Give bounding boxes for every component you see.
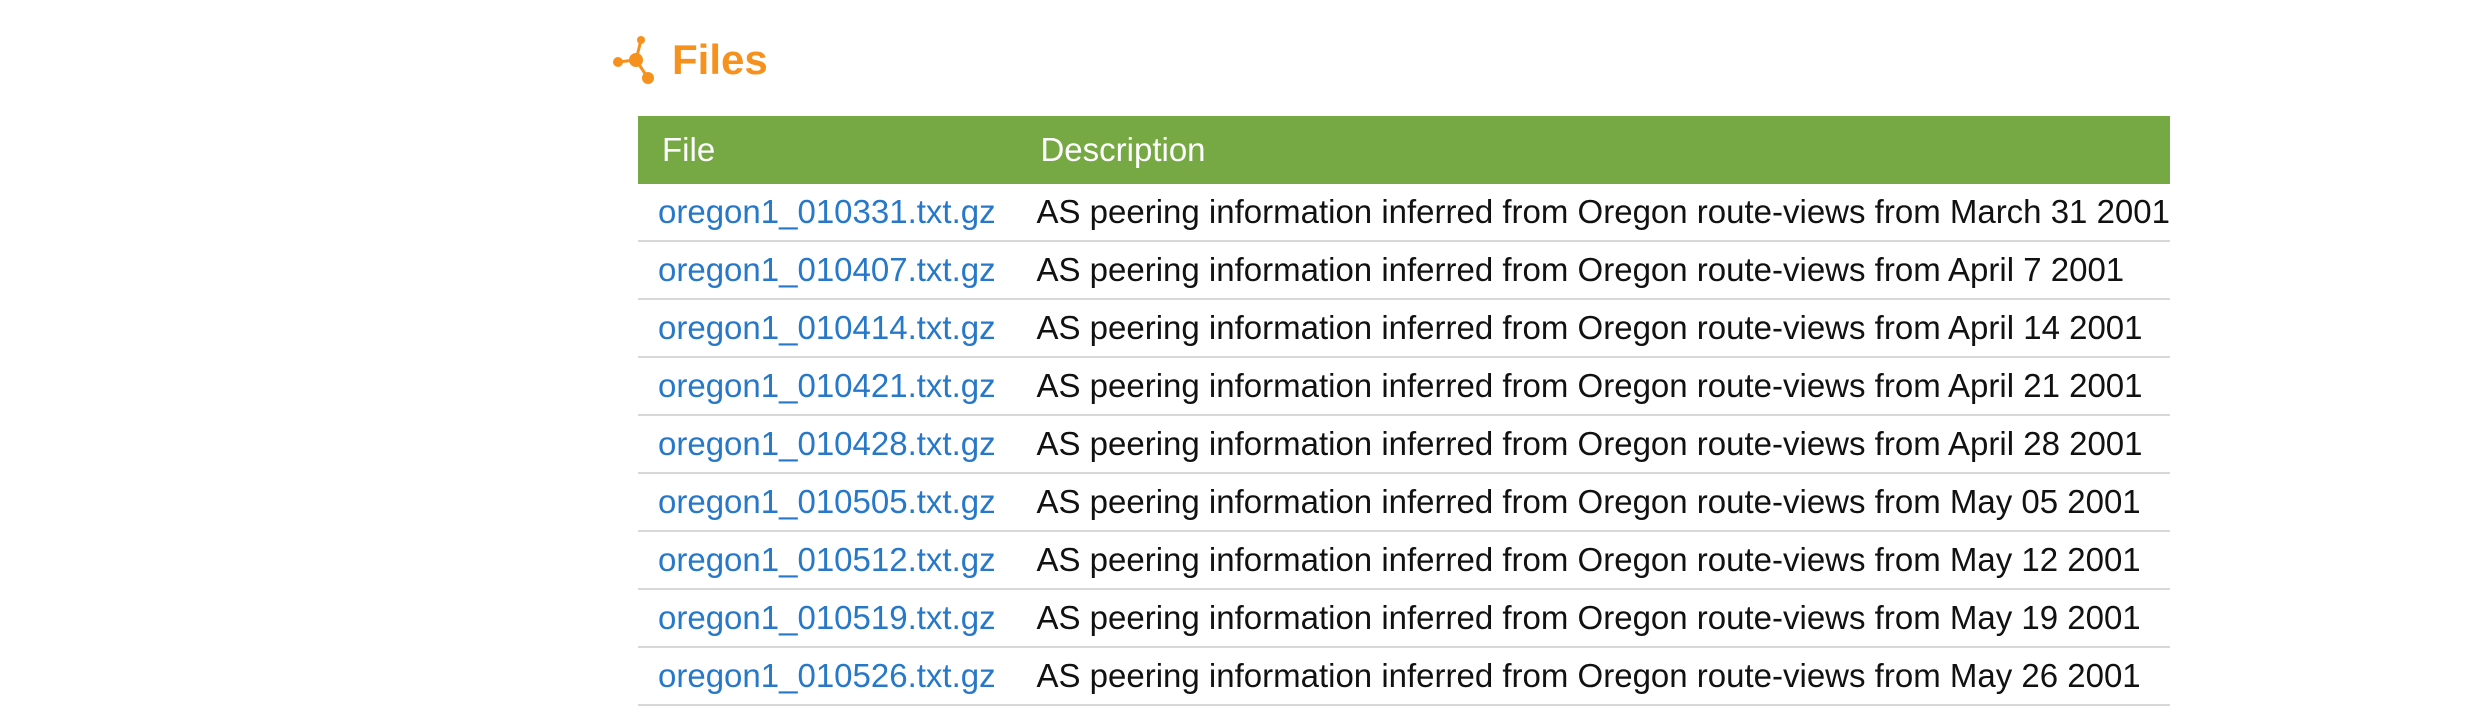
file-cell: oregon1_010414.txt.gz bbox=[638, 299, 1023, 358]
description-cell: AS peering information inferred from Ore… bbox=[1022, 415, 2170, 474]
section-header: Files bbox=[608, 30, 2168, 90]
table-row: oregon1_010331.txt.gz AS peering informa… bbox=[638, 184, 2170, 242]
table-row: oregon1_010526.txt.gz AS peering informa… bbox=[638, 647, 2170, 706]
description-cell: AS peering information inferred from Ore… bbox=[1022, 589, 2170, 648]
table-row: oregon1_010505.txt.gz AS peering informa… bbox=[638, 473, 2170, 532]
description-cell: AS peering information inferred from Ore… bbox=[1022, 184, 2170, 242]
file-cell: oregon1_010428.txt.gz bbox=[638, 415, 1023, 474]
table-body: oregon1_010331.txt.gz AS peering informa… bbox=[638, 184, 2170, 706]
file-link[interactable]: oregon1_010428.txt.gz bbox=[658, 425, 996, 462]
description-cell: AS peering information inferred from Ore… bbox=[1022, 531, 2170, 590]
file-link[interactable]: oregon1_010512.txt.gz bbox=[658, 541, 996, 578]
table-row: oregon1_010428.txt.gz AS peering informa… bbox=[638, 415, 2170, 474]
table-row: oregon1_010414.txt.gz AS peering informa… bbox=[638, 299, 2170, 358]
description-cell: AS peering information inferred from Ore… bbox=[1022, 473, 2170, 532]
file-link[interactable]: oregon1_010421.txt.gz bbox=[658, 367, 996, 404]
file-cell: oregon1_010505.txt.gz bbox=[638, 473, 1023, 532]
file-link[interactable]: oregon1_010407.txt.gz bbox=[658, 251, 996, 288]
column-header-file: File bbox=[638, 116, 1023, 184]
description-cell: AS peering information inferred from Ore… bbox=[1022, 357, 2170, 416]
files-section: Files File Description oregon1_010331.tx… bbox=[608, 30, 2170, 706]
table-row: oregon1_010512.txt.gz AS peering informa… bbox=[638, 531, 2170, 590]
file-link[interactable]: oregon1_010519.txt.gz bbox=[658, 599, 996, 636]
network-nodes-icon bbox=[608, 32, 662, 88]
file-link[interactable]: oregon1_010505.txt.gz bbox=[658, 483, 996, 520]
file-link[interactable]: oregon1_010331.txt.gz bbox=[658, 193, 996, 230]
file-cell: oregon1_010421.txt.gz bbox=[638, 357, 1023, 416]
table-row: oregon1_010407.txt.gz AS peering informa… bbox=[638, 241, 2170, 300]
description-cell: AS peering information inferred from Ore… bbox=[1022, 647, 2170, 706]
file-cell: oregon1_010331.txt.gz bbox=[638, 184, 1023, 242]
table-row: oregon1_010421.txt.gz AS peering informa… bbox=[638, 357, 2170, 416]
file-cell: oregon1_010407.txt.gz bbox=[638, 241, 1023, 300]
file-cell: oregon1_010512.txt.gz bbox=[638, 531, 1023, 590]
description-cell: AS peering information inferred from Ore… bbox=[1022, 241, 2170, 300]
file-cell: oregon1_010519.txt.gz bbox=[638, 589, 1023, 648]
files-table: File Description oregon1_010331.txt.gz A… bbox=[638, 116, 2170, 706]
table-row: oregon1_010519.txt.gz AS peering informa… bbox=[638, 589, 2170, 648]
column-header-description: Description bbox=[1022, 116, 2170, 184]
file-link[interactable]: oregon1_010526.txt.gz bbox=[658, 657, 996, 694]
file-link[interactable]: oregon1_010414.txt.gz bbox=[658, 309, 996, 346]
section-title: Files bbox=[672, 36, 768, 83]
description-cell: AS peering information inferred from Ore… bbox=[1022, 299, 2170, 358]
file-cell: oregon1_010526.txt.gz bbox=[638, 647, 1023, 706]
table-header-row: File Description bbox=[638, 116, 2170, 184]
